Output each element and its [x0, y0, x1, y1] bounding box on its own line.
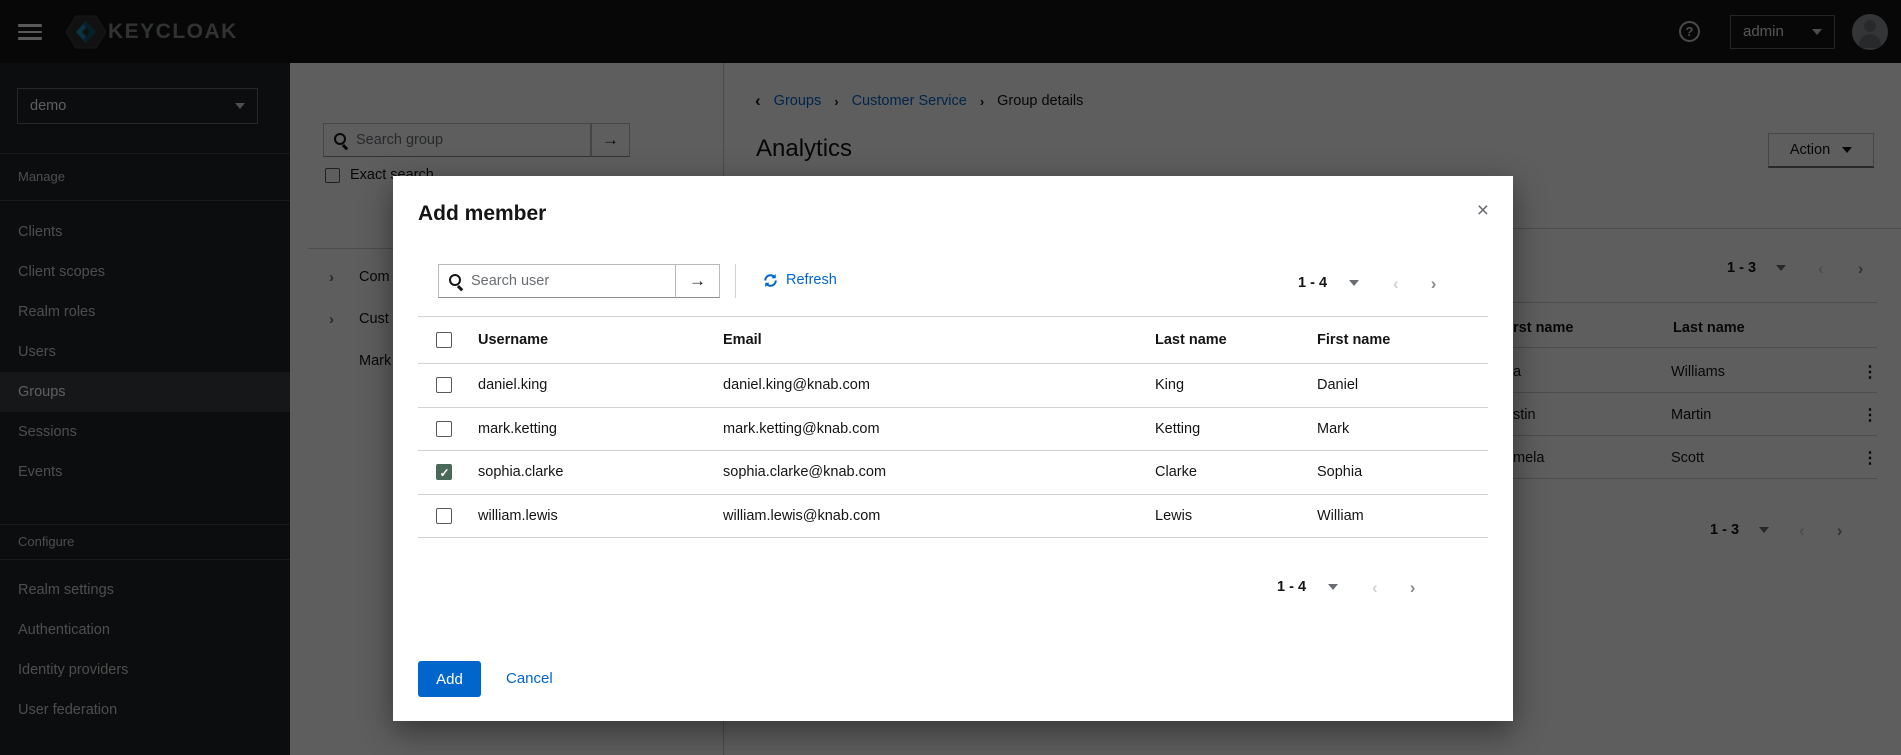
search-icon	[449, 274, 463, 288]
modal-pagination-top: 1 - 4 ‹ ›	[1298, 273, 1436, 293]
prev-page-icon[interactable]: ‹	[1393, 275, 1399, 292]
cell-email: mark.ketting@knab.com	[713, 407, 1145, 451]
modal-title: Add member	[418, 202, 546, 226]
user-search-box	[438, 264, 676, 298]
user-search-input[interactable]	[471, 273, 675, 289]
add-member-modal: Add member × → Refresh 1 - 4 ‹ ›	[393, 176, 1513, 721]
table-row: william.lewis william.lewis@knab.com Lew…	[418, 494, 1488, 538]
col-first-name: First name	[1307, 317, 1488, 364]
cell-username: sophia.clarke	[468, 451, 713, 495]
toolbar-divider	[735, 264, 736, 298]
cell-last-name: Lewis	[1145, 494, 1307, 538]
row-checkbox[interactable]	[436, 377, 452, 393]
next-page-icon[interactable]: ›	[1431, 275, 1437, 292]
cell-first-name: Sophia	[1307, 451, 1488, 495]
cell-email: william.lewis@knab.com	[713, 494, 1145, 538]
table-row: daniel.king daniel.king@knab.com King Da…	[418, 364, 1488, 408]
pagination-range: 1 - 4	[1277, 579, 1306, 595]
add-member-table: Username Email Last name First name dani…	[418, 316, 1488, 538]
keycloak-admin-console: KEYCLOAK ? admin demo Manage Clients Cli…	[0, 0, 1901, 755]
cancel-button[interactable]: Cancel	[506, 670, 553, 687]
row-checkbox[interactable]	[436, 508, 452, 524]
cell-email: sophia.clarke@knab.com	[713, 451, 1145, 495]
caret-down-icon[interactable]	[1349, 280, 1359, 286]
col-last-name: Last name	[1145, 317, 1307, 364]
cell-first-name: Mark	[1307, 407, 1488, 451]
next-page-icon[interactable]: ›	[1410, 579, 1416, 596]
cell-last-name: Ketting	[1145, 407, 1307, 451]
row-checkbox[interactable]	[436, 421, 452, 437]
prev-page-icon[interactable]: ‹	[1372, 579, 1378, 596]
cell-username: william.lewis	[468, 494, 713, 538]
refresh-label: Refresh	[786, 272, 837, 288]
close-icon[interactable]: ×	[1477, 200, 1489, 221]
table-row: sophia.clarke sophia.clarke@knab.com Cla…	[418, 451, 1488, 495]
table-row: mark.ketting mark.ketting@knab.com Ketti…	[418, 407, 1488, 451]
refresh-icon	[763, 273, 778, 288]
row-checkbox[interactable]	[436, 464, 452, 480]
modal-pagination-bottom: 1 - 4 ‹ ›	[1277, 577, 1415, 597]
cell-last-name: King	[1145, 364, 1307, 408]
col-email: Email	[713, 317, 1145, 364]
cell-email: daniel.king@knab.com	[713, 364, 1145, 408]
col-username: Username	[468, 317, 713, 364]
add-button[interactable]: Add	[418, 661, 481, 697]
cell-username: daniel.king	[468, 364, 713, 408]
user-search-submit-button[interactable]: →	[675, 264, 720, 298]
cell-first-name: William	[1307, 494, 1488, 538]
cell-last-name: Clarke	[1145, 451, 1307, 495]
cell-username: mark.ketting	[468, 407, 713, 451]
caret-down-icon[interactable]	[1328, 584, 1338, 590]
table-header-row: Username Email Last name First name	[418, 317, 1488, 364]
select-all-checkbox[interactable]	[436, 332, 452, 348]
cell-first-name: Daniel	[1307, 364, 1488, 408]
pagination-range: 1 - 4	[1298, 275, 1327, 291]
refresh-button[interactable]: Refresh	[763, 272, 837, 288]
